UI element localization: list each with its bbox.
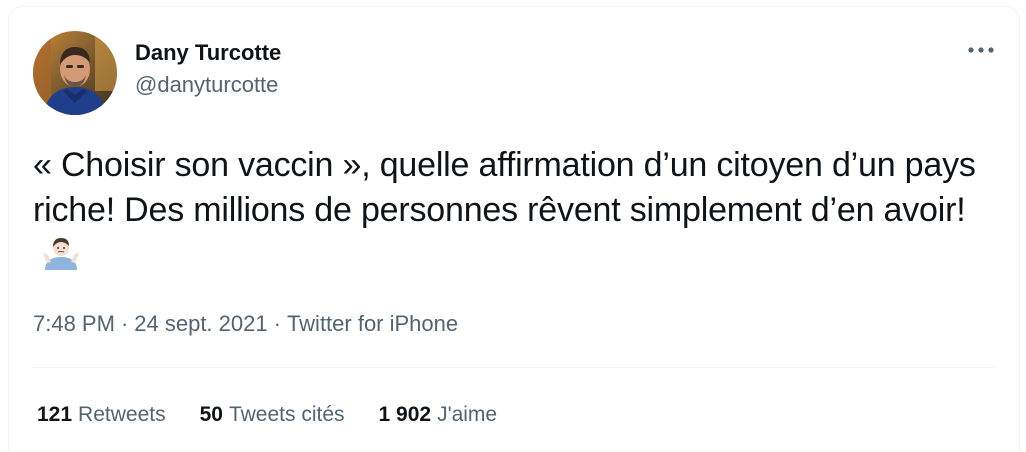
- tweet-stats: 121 Retweets 50 Tweets cités 1 902 J'aime: [37, 400, 497, 430]
- retweets-count: 121: [37, 403, 73, 426]
- quotes-count: 50: [199, 403, 223, 426]
- quotes-label: Tweets cités: [228, 403, 345, 426]
- tweet-source[interactable]: Twitter for iPhone: [287, 311, 458, 336]
- tweet-text: « Choisir son vaccin », quelle affirmati…: [33, 143, 1003, 278]
- more-horizontal-icon: [968, 47, 994, 53]
- meta-separator: ·: [120, 311, 129, 336]
- retweets-stat[interactable]: 121 Retweets: [37, 400, 166, 430]
- author-handle[interactable]: @danyturcotte: [135, 71, 281, 99]
- tweet-body: « Choisir son vaccin », quelle affirmati…: [33, 146, 976, 229]
- avatar[interactable]: [33, 31, 117, 115]
- meta-separator: ·: [273, 311, 281, 336]
- tweet-date[interactable]: 24 sept. 2021: [134, 311, 267, 336]
- author-display-name[interactable]: Dany Turcotte: [135, 39, 281, 67]
- more-options-button[interactable]: [961, 35, 1001, 65]
- person-shrugging-emoji: [43, 238, 79, 270]
- tweet-card: Dany Turcotte @danyturcotte « Choisir so…: [8, 6, 1020, 452]
- likes-count: 1 902: [378, 403, 432, 426]
- retweets-label: Retweets: [78, 403, 166, 426]
- tweet-time[interactable]: 7:48 PM: [33, 311, 115, 336]
- likes-label: J'aime: [437, 403, 498, 426]
- author-block: Dany Turcotte @danyturcotte: [135, 39, 281, 99]
- tweet-header: Dany Turcotte @danyturcotte: [9, 7, 1019, 117]
- divider: [33, 367, 995, 368]
- likes-stat[interactable]: 1 902 J'aime: [379, 400, 498, 430]
- quotes-stat[interactable]: 50 Tweets cités: [200, 400, 345, 430]
- avatar-image: [33, 31, 117, 115]
- tweet-meta: 7:48 PM · 24 sept. 2021 · Twitter for iPhone: [33, 309, 458, 339]
